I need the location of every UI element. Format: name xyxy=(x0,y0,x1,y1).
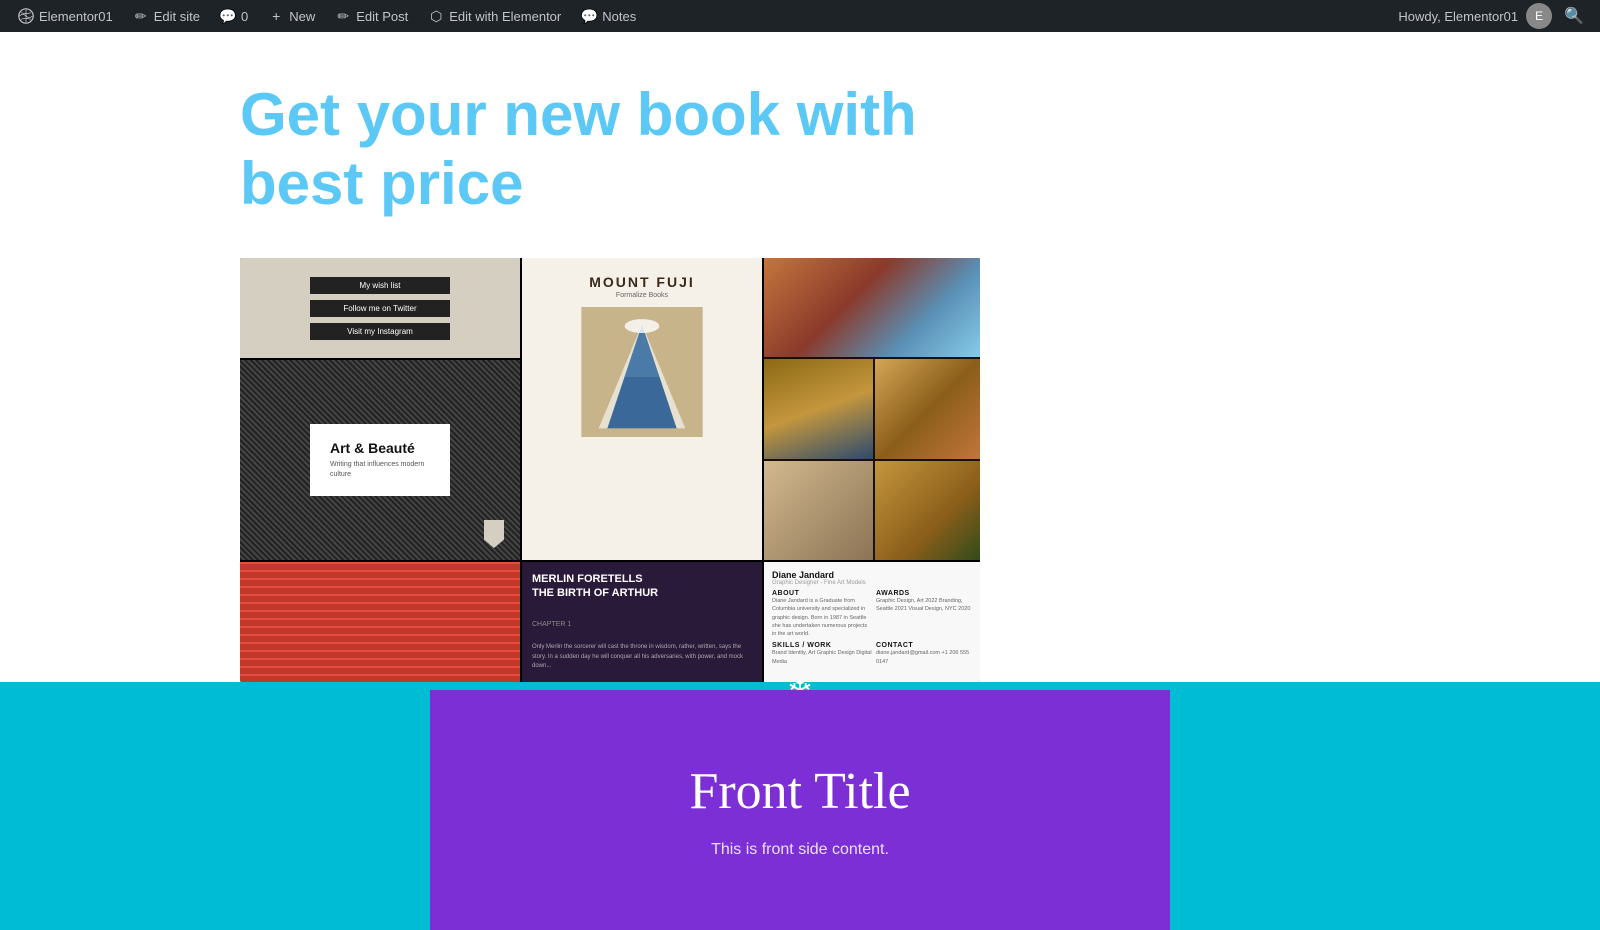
wp-site-label: Elementor01 xyxy=(39,9,113,24)
art-card-corner xyxy=(484,520,504,548)
new-item[interactable]: + New xyxy=(258,0,325,32)
admin-bar-right: Howdy, Elementor01 E 🔍 xyxy=(1398,2,1592,30)
wp-logo-item[interactable]: Elementor01 xyxy=(8,0,123,32)
avatar[interactable]: E xyxy=(1526,3,1552,29)
comments-item[interactable]: 💬 0 xyxy=(210,0,258,32)
art-beaute-card: Art & Beauté Writing that influences mod… xyxy=(310,424,450,496)
edit-post-label: Edit Post xyxy=(356,9,408,24)
edit-site-icon: ✏ xyxy=(133,8,149,24)
hero-heading-line1: Get your new book with xyxy=(240,81,917,148)
twitter-btn[interactable]: Follow me on Twitter xyxy=(310,300,450,317)
bottom-section: ❄ Front Title This is front side content… xyxy=(0,682,1600,930)
cell-photo-grid xyxy=(764,258,980,560)
photo-3 xyxy=(875,359,980,458)
photo-large xyxy=(764,258,980,357)
front-title: Front Title xyxy=(689,762,910,821)
diane-name: Diane Jandard xyxy=(772,570,976,580)
comments-count: 0 xyxy=(241,9,248,24)
notes-item[interactable]: 💬 Notes xyxy=(571,0,646,32)
merlin-body-text: Only Merlin the sorcerer will cast the t… xyxy=(532,643,752,672)
diane-skills-col: SKILLS / WORK Brand Identity, Art Graphi… xyxy=(772,642,872,666)
wordpress-icon xyxy=(18,8,34,24)
main-content: Get your new book with best price My wis… xyxy=(0,32,1600,930)
new-label: New xyxy=(289,9,315,24)
diane-awards-col: AWARDS Graphic Design, Art 2022 Branding… xyxy=(876,590,976,638)
cell-diane: Diane Jandard Graphic Designer - Fine Ar… xyxy=(764,562,980,682)
howdy-text: Howdy, Elementor01 xyxy=(1398,9,1518,24)
edit-post-icon: ✏ xyxy=(335,8,351,24)
diane-contact-col: CONTACT diane.jandard@gmail.com +1 206 5… xyxy=(876,642,976,666)
flip-card: Front Title This is front side content. xyxy=(430,690,1170,930)
comments-icon: 💬 xyxy=(220,8,236,24)
hero-heading: Get your new book with best price xyxy=(240,80,917,218)
admin-bar: Elementor01 ✏ Edit site 💬 0 + New ✏ Edit… xyxy=(0,0,1600,32)
notes-label: Notes xyxy=(602,9,636,24)
fuji-title: MOUNT FUJI xyxy=(589,274,695,290)
admin-bar-left: Elementor01 ✏ Edit site 💬 0 + New ✏ Edit… xyxy=(8,0,646,32)
diane-about-col: ABOUT Diane Jandard is a Graduate from C… xyxy=(772,590,872,638)
search-button[interactable]: 🔍 xyxy=(1556,2,1592,30)
photo-2 xyxy=(764,359,873,458)
wishlist-btn[interactable]: My wish list xyxy=(310,277,450,294)
book-collage: My wish list Follow me on Twitter Visit … xyxy=(240,258,980,682)
edit-with-elementor-label: Edit with Elementor xyxy=(449,9,561,24)
edit-site-item[interactable]: ✏ Edit site xyxy=(123,0,210,32)
hero-heading-line2: best price xyxy=(240,150,523,217)
fuji-subtitle: Formalize Books xyxy=(616,292,668,299)
elementor-icon: ⬡ xyxy=(428,8,444,24)
cell-red-stripe xyxy=(240,562,520,682)
merlin-chapter: CHAPTER 1 xyxy=(532,621,752,628)
notes-icon: 💬 xyxy=(581,8,597,24)
cell-mount-fuji: MOUNT FUJI Formalize Books xyxy=(522,258,762,560)
merlin-title: MERLIN FORETELLS THE BIRTH OF ARTHUR xyxy=(532,572,752,601)
cell-art-beaute: Art & Beauté Writing that influences mod… xyxy=(240,360,520,560)
photo-4 xyxy=(764,461,873,560)
diane-subtitle: Graphic Designer - Fine Art Models xyxy=(772,580,976,586)
art-beaute-subtitle: Writing that influences modern culture xyxy=(330,460,430,480)
fuji-illustration xyxy=(572,307,712,437)
edit-with-elementor-item[interactable]: ⬡ Edit with Elementor xyxy=(418,0,571,32)
flip-card-wrapper: ❄ Front Title This is front side content… xyxy=(430,690,1170,930)
page-container: Get your new book with best price My wis… xyxy=(200,80,1400,682)
cell-merlin: MERLIN FORETELLS THE BIRTH OF ARTHUR CHA… xyxy=(522,562,762,682)
cell-wishlist: My wish list Follow me on Twitter Visit … xyxy=(240,258,520,358)
edit-site-label: Edit site xyxy=(154,9,200,24)
front-content: This is front side content. xyxy=(711,841,889,859)
instagram-btn[interactable]: Visit my Instagram xyxy=(310,323,450,340)
plus-icon: + xyxy=(268,8,284,24)
photo-5 xyxy=(875,461,980,560)
edit-post-item[interactable]: ✏ Edit Post xyxy=(325,0,418,32)
art-beaute-title: Art & Beauté xyxy=(330,440,430,456)
